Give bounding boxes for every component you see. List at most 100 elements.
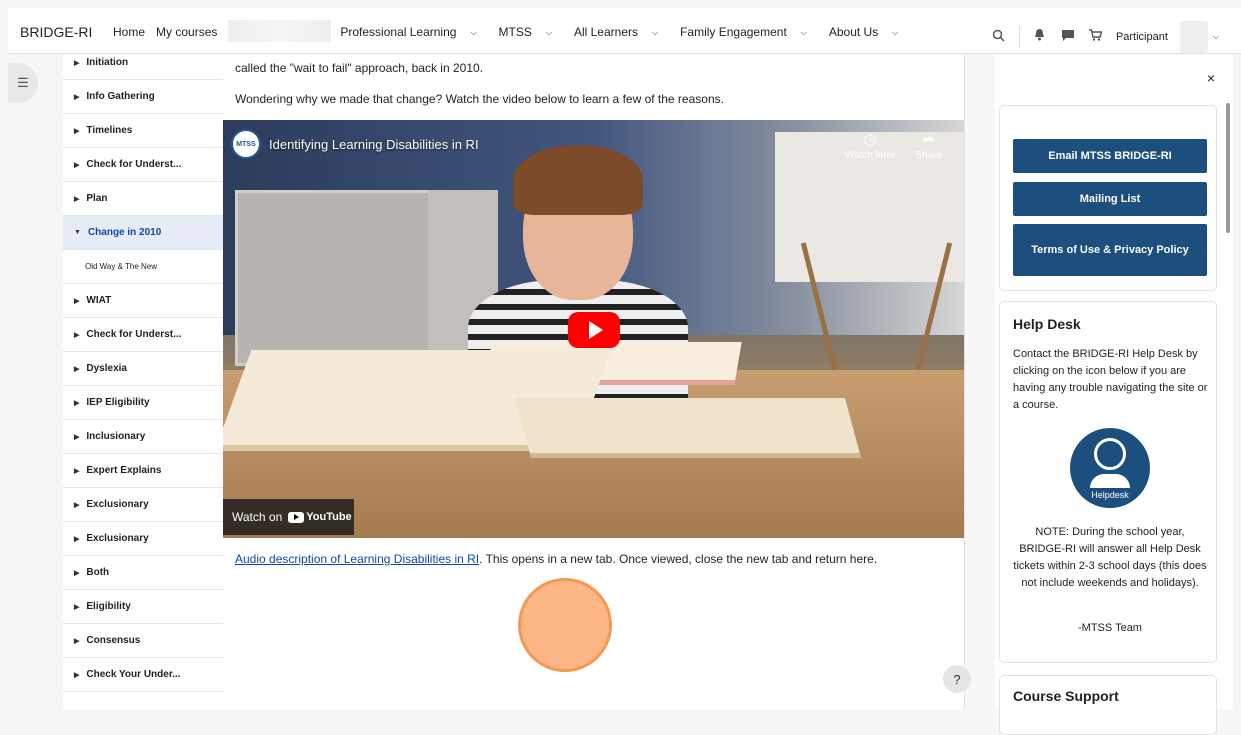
course-index-section[interactable]: ▶ Exclusionary [63,522,223,556]
watch-later-label: Watch later [844,150,896,161]
course-index-section[interactable]: ▶ Info Gathering [63,80,223,114]
course-index-label: Check for Underst... [86,329,182,340]
video-player[interactable]: MTSS Identifying Learning Disabilities i… [223,120,964,538]
share-button[interactable]: ➦ Share [899,130,959,161]
caret-right-icon[interactable]: ▶ [74,59,79,67]
course-index-section[interactable]: ▶ Check for Underst... [63,148,223,182]
course-index-subitem[interactable]: Old Way & The New [63,250,223,284]
menu-family-engagement[interactable]: Family Engagement ⌵ [680,25,818,42]
course-index-section[interactable]: ▶ Consensus [63,624,223,658]
chevron-down-icon: ⌵ [1212,32,1219,41]
caret-right-icon[interactable]: ▶ [74,535,79,543]
watch-on-label: Watch on [232,510,283,524]
menu-professional-learning[interactable]: Professional Learning ⌵ [340,25,487,42]
course-index-section[interactable]: ▶ Timelines [63,114,223,148]
click-indicator [518,578,612,672]
course-index-section[interactable]: ▶ Plan [63,182,223,216]
course-index-section[interactable]: ▶ IEP Eligibility [63,386,223,420]
caret-right-icon[interactable]: ▶ [74,433,79,441]
caret-right-icon[interactable]: ▶ [74,365,79,373]
terms-privacy-button[interactable]: Terms of Use & Privacy Policy [1013,224,1207,276]
chat-icon[interactable] [1060,29,1076,45]
caret-right-icon[interactable]: ▶ [74,467,79,475]
course-index-section[interactable]: ▶ Expert Explains [63,454,223,488]
course-index-section[interactable]: ▶ Check Your Under... [63,658,223,692]
course-index-section[interactable]: ▶ Initiation [63,55,223,80]
watch-on-youtube-button[interactable]: Watch on YouTube [223,499,354,535]
caret-down-icon[interactable]: ▼ [74,229,81,236]
help-desk-block: Help Desk Contact the BRIDGE-RI Help Des… [999,301,1217,663]
caret-right-icon[interactable]: ▶ [74,93,79,101]
caret-right-icon[interactable]: ▶ [74,501,79,509]
course-index-label: Change in 2010 [87,227,162,238]
menu-label: All Learners [573,25,638,39]
course-index-label: Inclusionary [86,431,146,442]
caret-right-icon[interactable]: ▶ [74,603,79,611]
top-navbar: BRIDGE-RI Home My courses Professional L… [8,8,1241,54]
course-index-label: Exclusionary [86,533,149,544]
course-index-label: Old Way & The New [85,262,158,271]
redacted-nav-item [228,20,332,42]
caret-right-icon[interactable]: ▶ [74,331,79,339]
caret-right-icon[interactable]: ▶ [74,399,79,407]
menu-all-learners[interactable]: All Learners ⌵ [574,25,669,42]
user-menu[interactable]: ⌵ [1179,21,1219,53]
site-brand[interactable]: BRIDGE-RI [20,24,92,40]
course-index-section[interactable]: ▶ Check for Underst... [63,318,223,352]
course-index: ▶ Initiation ▶ Info Gathering ▶ Timelines ▶ Che… [63,55,223,709]
caret-right-icon[interactable]: ▶ [74,671,79,679]
primary-nav: Home My courses Professional Learning ⌵ M… [113,20,920,42]
caret-right-icon[interactable]: ▶ [74,297,79,305]
menu-about-us[interactable]: About Us ⌵ [829,25,909,42]
share-icon: ➦ [922,131,936,148]
caret-right-icon[interactable]: ▶ [74,637,79,645]
audio-description-link[interactable]: Audio description of Learning Disabiliti… [235,552,479,566]
menu-label: Family Engagement [680,25,787,39]
course-index-section[interactable]: ▶ Dyslexia [63,352,223,386]
chevron-down-icon: ⌵ [651,27,659,37]
course-index-section[interactable]: ▼ Change in 2010 [63,216,223,250]
help-desk-text: Contact the BRIDGE-RI Help Desk by click… [1013,348,1208,411]
video-title[interactable]: Identifying Learning Disabilities in RI [269,137,479,152]
helpdesk-icon[interactable]: Helpdesk [1070,428,1150,508]
nav-home[interactable]: Home [113,25,145,42]
drawer-scrollbar[interactable] [1226,103,1230,233]
help-desk-note: NOTE: During the school year, BRIDGE-RI … [1013,526,1207,589]
main-content: called the "wait to fail" approach, back… [223,55,971,709]
caret-right-icon[interactable]: ▶ [74,569,79,577]
caret-right-icon[interactable]: ▶ [74,161,79,169]
watch-later-button[interactable]: ◷ Watch later [840,130,900,161]
email-mtss-button[interactable]: Email MTSS BRIDGE-RI [1013,139,1207,173]
body-text: Wondering why we made that change? Watch… [235,92,724,106]
list-icon: ☰ [17,75,29,90]
mailing-list-button[interactable]: Mailing List [1013,182,1207,216]
links-block: Email MTSS BRIDGE-RI Mailing List Terms … [999,105,1217,291]
chevron-down-icon: ⌵ [892,27,899,37]
course-index-section[interactable]: ▶ WIAT [63,284,223,318]
course-index-toggle[interactable]: ☰ [8,63,38,103]
cart-icon[interactable] [1088,29,1104,45]
nav-my-courses[interactable]: My courses [156,25,217,42]
course-index-label: Info Gathering [86,91,155,102]
caret-right-icon[interactable]: ▶ [74,127,79,135]
course-index-section[interactable]: ▶ Inclusionary [63,420,223,454]
course-index-label: Timelines [86,125,133,136]
youtube-wordmark: YouTube [306,511,352,523]
channel-avatar[interactable]: MTSS [231,129,261,159]
course-index-label: Eligibility [86,601,131,612]
audio-description-note: . This opens in a new tab. Once viewed, … [479,552,878,566]
youtube-logo: YouTube [288,511,352,523]
search-icon[interactable] [991,29,1007,45]
course-index-label: Exclusionary [86,499,149,510]
menu-mtss[interactable]: MTSS ⌵ [499,25,563,42]
close-icon[interactable]: × [1207,70,1215,86]
play-button[interactable] [568,312,620,348]
play-icon [588,321,603,339]
caret-right-icon[interactable]: ▶ [74,195,79,203]
course-index-section[interactable]: ▶ Exclusionary [63,488,223,522]
course-index-section[interactable]: ▶ Eligibility [63,590,223,624]
help-button[interactable]: ? [943,665,971,693]
course-index-section[interactable]: ▶ Both [63,556,223,590]
bell-icon[interactable] [1032,29,1048,45]
course-index-label: Dyslexia [86,363,127,374]
